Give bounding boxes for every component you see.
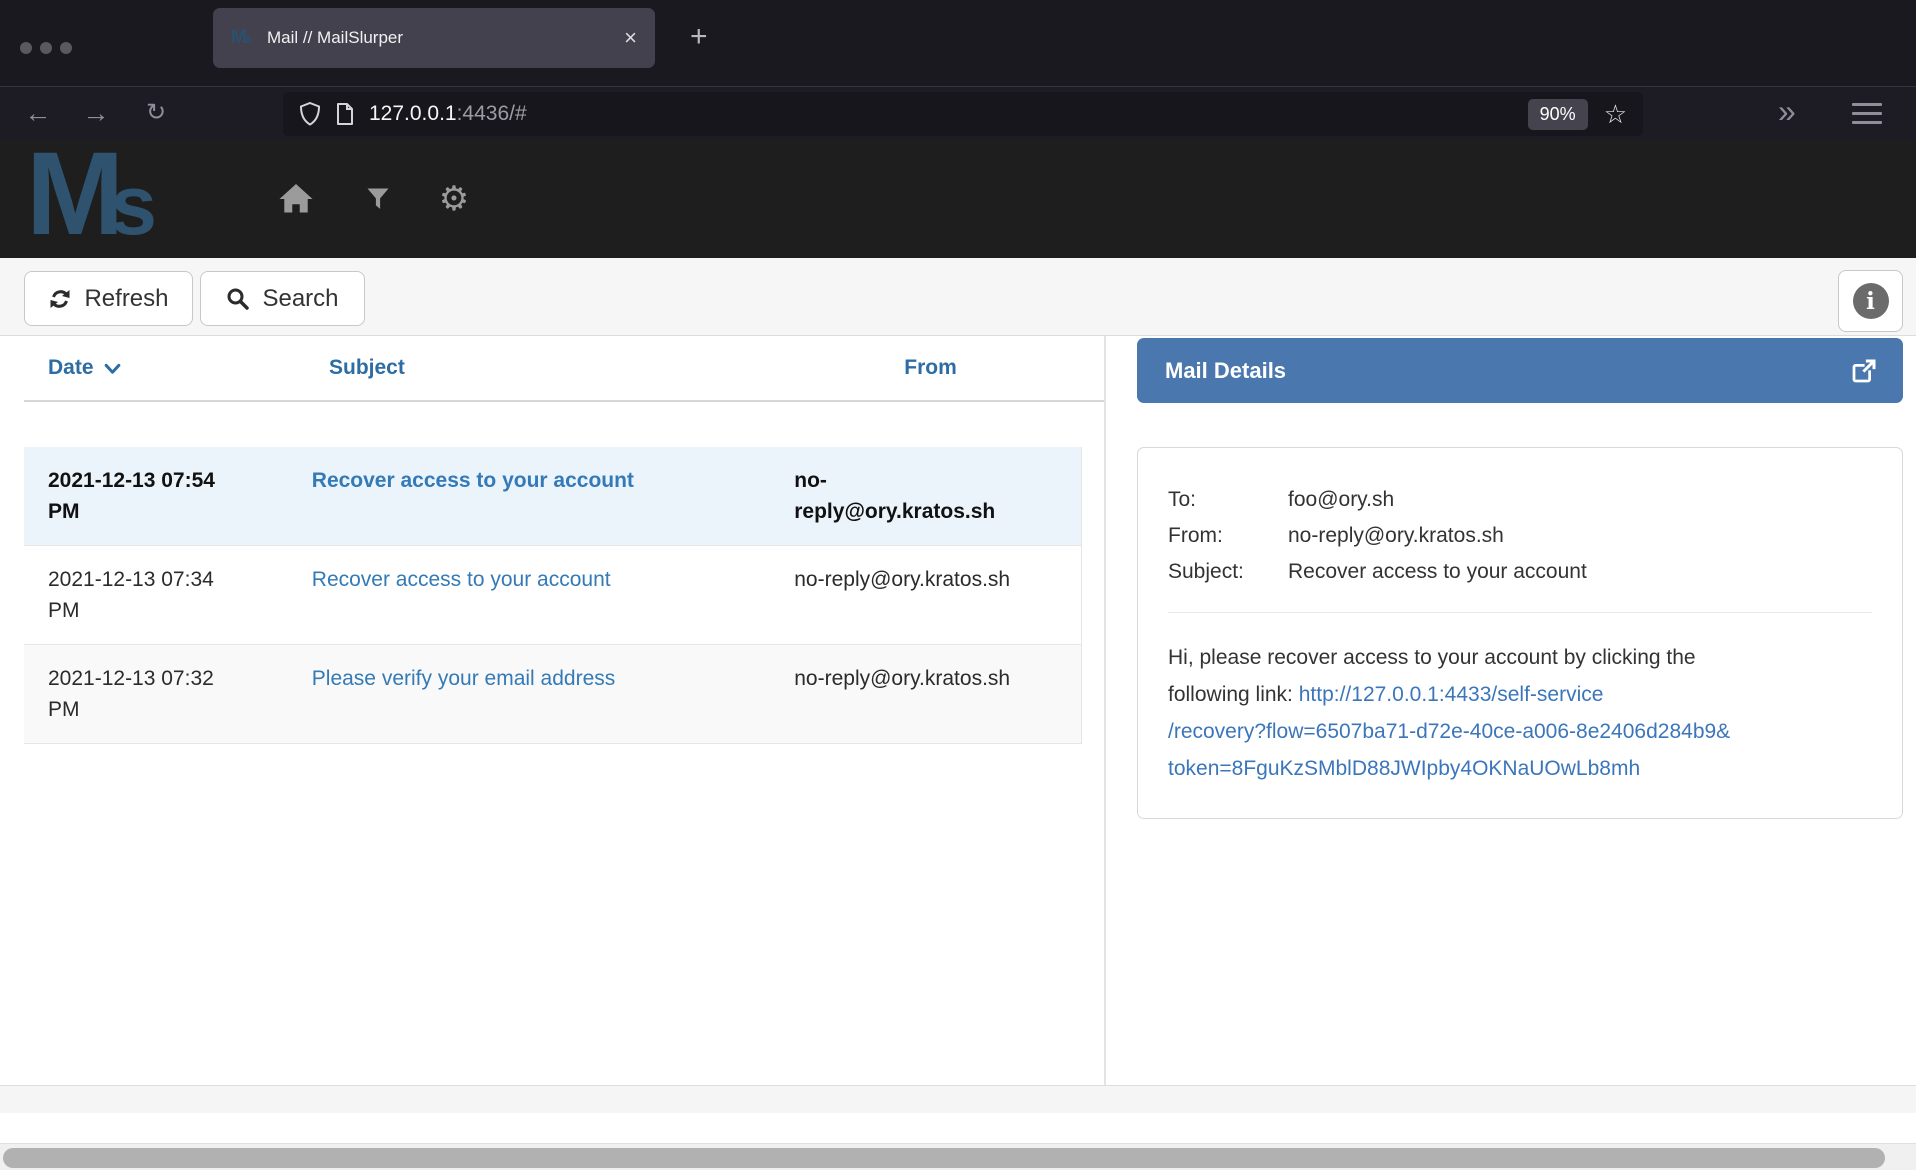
list-toolbar: Refresh Search [0, 258, 1916, 336]
bookmark-star-icon[interactable]: ☆ [1604, 99, 1627, 130]
shield-icon[interactable] [299, 102, 321, 126]
back-button[interactable]: ← [18, 87, 58, 141]
url-bar[interactable]: 127.0.0.1:4436/# 90% ☆ [283, 92, 1643, 136]
browser-tab-mailslurper[interactable]: Ms Mail // MailSlurper × [213, 8, 655, 68]
refresh-button[interactable]: Refresh [24, 271, 193, 326]
mailslurper-favicon-icon: Ms [231, 25, 257, 51]
window-controls[interactable] [20, 42, 72, 54]
mail-from: no-reply@ory.kratos.sh [778, 447, 1081, 545]
refresh-icon [48, 287, 72, 311]
mail-list-header: Date Subject From [24, 336, 1104, 402]
mail-details-card: To: foo@ory.sh From: no-reply@ory.kratos… [1137, 447, 1903, 819]
details-divider [1168, 612, 1872, 613]
from-label: From: [1168, 518, 1288, 554]
home-icon[interactable] [268, 140, 324, 258]
info-icon: i [1853, 283, 1889, 319]
date-column-label: Date [48, 356, 94, 380]
tab-title: Mail // MailSlurper [267, 28, 624, 48]
menu-hamburger-icon[interactable] [1852, 103, 1882, 130]
settings-gear-icon[interactable]: ⚙ [426, 140, 482, 258]
overflow-chevrons-icon[interactable]: » [1778, 93, 1794, 130]
subject-value: Recover access to your account [1288, 554, 1587, 590]
to-label: To: [1168, 482, 1288, 518]
bottom-white-strip [0, 1113, 1916, 1143]
new-tab-button[interactable]: + [690, 20, 708, 54]
horizontal-scrollbar[interactable] [0, 1143, 1916, 1170]
horizontal-scrollbar-thumb[interactable] [3, 1148, 1885, 1168]
bottom-gray-strip [0, 1085, 1916, 1113]
window-dot-icon [20, 42, 32, 54]
mail-subject-link[interactable]: Please verify your email address [312, 667, 615, 690]
mailslurper-logo: Ms [26, 140, 157, 258]
column-header-subject[interactable]: Subject [280, 356, 779, 380]
mail-list: 2021-12-13 07:54 PM Recover access to yo… [24, 447, 1082, 744]
mail-row[interactable]: 2021-12-13 07:32 PM Please verify your e… [24, 645, 1081, 744]
tab-bar: Ms Mail // MailSlurper × + [0, 0, 1916, 86]
navigation-toolbar: ← → ↻ 127.0.0.1:4436/# 90% ☆ » [0, 86, 1916, 140]
mail-date: 2021-12-13 07:32 PM [24, 645, 280, 743]
screen: Ms Mail // MailSlurper × + ← → ↻ 127.0.0… [0, 0, 1916, 1170]
mail-row[interactable]: 2021-12-13 07:34 PM Recover access to yo… [24, 546, 1081, 645]
to-value: foo@ory.sh [1288, 482, 1394, 518]
mail-subject-link[interactable]: Recover access to your account [312, 568, 611, 591]
search-button[interactable]: Search [200, 271, 365, 326]
from-value: no-reply@ory.kratos.sh [1288, 518, 1504, 554]
external-link-icon[interactable] [1849, 356, 1879, 386]
body-text-line1: Hi, please recover access to your accoun… [1168, 646, 1696, 669]
reload-button[interactable]: ↻ [136, 87, 176, 141]
mail-body: Hi, please recover access to your accoun… [1168, 639, 1872, 787]
refresh-label: Refresh [84, 285, 168, 313]
filter-icon[interactable] [350, 140, 406, 258]
mail-date: 2021-12-13 07:54 PM [24, 447, 280, 545]
info-button[interactable]: i [1838, 270, 1903, 332]
column-header-from[interactable]: From [779, 356, 1082, 380]
column-header-date[interactable]: Date [24, 356, 280, 380]
subject-label: Subject: [1168, 554, 1288, 590]
mail-row-selected[interactable]: 2021-12-13 07:54 PM Recover access to yo… [24, 447, 1081, 546]
window-dot-icon [60, 42, 72, 54]
zoom-level-badge[interactable]: 90% [1528, 99, 1588, 130]
page-icon[interactable] [335, 102, 355, 126]
mail-from: no-reply@ory.kratos.sh [778, 546, 1081, 644]
url-text: 127.0.0.1:4436/# [369, 102, 527, 126]
tab-close-icon[interactable]: × [624, 25, 637, 51]
window-dot-icon [40, 42, 52, 54]
mailslurper-header: Ms ⚙ [0, 140, 1916, 258]
sort-descending-icon [104, 362, 121, 375]
body-text-line2: following link: [1168, 683, 1299, 706]
mail-details-title: Mail Details [1165, 358, 1849, 384]
panel-divider [1104, 336, 1106, 1113]
forward-button[interactable]: → [76, 87, 116, 141]
mail-date: 2021-12-13 07:34 PM [24, 546, 280, 644]
search-icon [226, 287, 250, 311]
mail-details-header: Mail Details [1137, 338, 1903, 403]
mail-subject-link[interactable]: Recover access to your account [312, 469, 634, 492]
mail-from: no-reply@ory.kratos.sh [778, 645, 1081, 743]
search-label: Search [262, 285, 338, 313]
